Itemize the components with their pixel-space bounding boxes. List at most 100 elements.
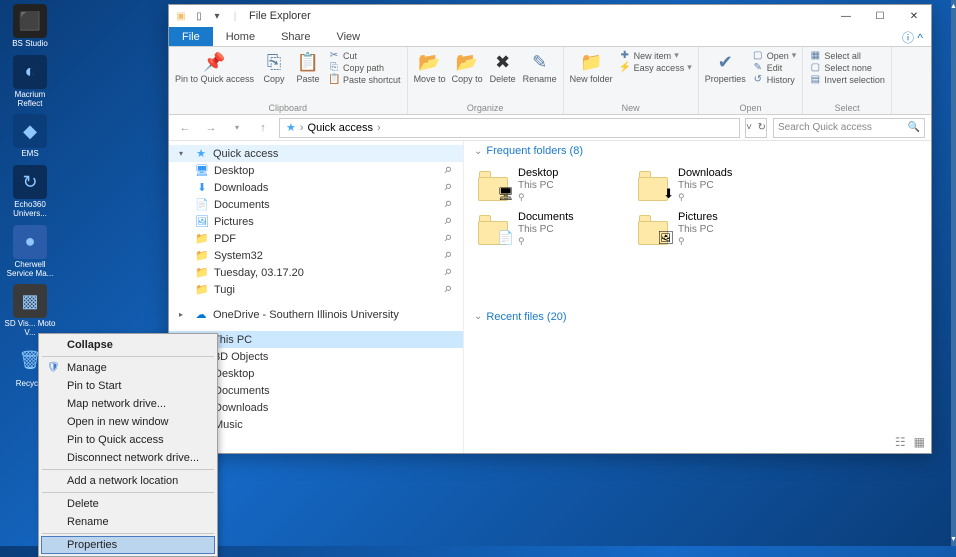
easy-access-button[interactable]: ⚡Easy access ▾ xyxy=(619,62,692,73)
frequent-folder[interactable]: 🖥 DesktopThis PC⚲ xyxy=(474,163,634,207)
ribbon-help-icon[interactable]: ⓘ ^ xyxy=(894,29,931,46)
close-button[interactable]: ✕ xyxy=(897,5,931,27)
folder-icon: 📁 xyxy=(195,283,209,296)
search-input[interactable]: Search Quick access 🔍 xyxy=(773,118,925,138)
minimize-button[interactable]: — xyxy=(829,5,863,27)
folder-icon: 🖼 xyxy=(638,211,672,245)
folder-icon: 📁 xyxy=(195,232,209,245)
context-menu-item[interactable]: Pin to Quick access xyxy=(41,431,215,449)
select-none-icon: ▢ xyxy=(809,62,821,73)
copy-to-button[interactable]: 📂Copy to xyxy=(452,50,483,84)
refresh-select[interactable]: ˅ ↻ xyxy=(745,118,767,138)
nav-onedrive[interactable]: ▸☁OneDrive - Southern Illinois Universit… xyxy=(169,306,463,323)
search-placeholder: Search Quick access xyxy=(778,122,872,133)
icon-label: EMS xyxy=(4,150,56,159)
context-menu-item[interactable]: Delete xyxy=(41,495,215,513)
group-label: Open xyxy=(705,102,797,114)
context-menu-item[interactable]: Collapse xyxy=(41,336,215,354)
star-icon: ★ xyxy=(194,147,208,160)
new-folder-button[interactable]: 📁New folder xyxy=(570,50,613,84)
nav-item[interactable]: 📄Documents⚲ xyxy=(169,196,463,213)
select-all-button[interactable]: ▦Select all xyxy=(809,50,885,61)
nav-item[interactable]: 🖼Pictures⚲ xyxy=(169,213,463,230)
open-icon: ▢ xyxy=(752,50,764,61)
context-menu-item[interactable]: Map network drive... xyxy=(41,395,215,413)
nav-item[interactable]: 📁Tuesday, 03.17.20⚲ xyxy=(169,264,463,281)
move-to-button[interactable]: 📂Move to xyxy=(414,50,446,84)
recent-files-header[interactable]: Recent files (20) xyxy=(474,311,921,323)
app-icon: ◐ xyxy=(13,55,47,89)
rename-button[interactable]: ✎Rename xyxy=(523,50,557,84)
frequent-folder[interactable]: 🖼 PicturesThis PC⚲ xyxy=(634,207,794,251)
folder-icon: 📁 xyxy=(195,266,209,279)
nav-quick-access[interactable]: ▾★Quick access xyxy=(169,145,463,162)
context-menu-item[interactable]: Add a network location xyxy=(41,472,215,490)
nav-item[interactable]: 📁PDF⚲ xyxy=(169,230,463,247)
qat-item[interactable]: ▯ xyxy=(191,8,207,24)
context-menu: Collapse 🛡ManagePin to StartMap network d… xyxy=(38,333,218,557)
desktop-icon[interactable]: ◐Macrium Reflect xyxy=(4,55,56,109)
invert-selection-icon: ▤ xyxy=(809,74,821,85)
context-menu-item[interactable]: Rename xyxy=(41,513,215,531)
delete-button[interactable]: ✖Delete xyxy=(489,50,517,84)
frequent-folder[interactable]: 📄 DocumentsThis PC⚲ xyxy=(474,207,634,251)
nav-recent-dropdown[interactable]: ▾ xyxy=(227,118,247,138)
copy-button[interactable]: ⎘ Copy xyxy=(260,50,288,84)
desktop-icon[interactable]: ◆EMS xyxy=(4,114,56,159)
pin-to-quick-access-button[interactable]: 📌 Pin to Quick access xyxy=(175,50,254,84)
ribbon: 📌 Pin to Quick access ⎘ Copy 📋 Paste ✂Cu… xyxy=(169,47,931,115)
desktop-icon[interactable]: ↻Echo360 Univers... xyxy=(4,165,56,219)
qat-dropdown-icon[interactable]: ▾ xyxy=(209,8,225,24)
tab-home[interactable]: Home xyxy=(213,27,268,46)
history-button[interactable]: ↺History xyxy=(752,74,797,85)
icon-label: Cherwell Service Ma... xyxy=(4,261,56,279)
context-menu-item[interactable]: Properties xyxy=(41,536,215,554)
move-icon: 📂 xyxy=(418,50,442,74)
separator xyxy=(42,533,214,534)
open-button[interactable]: ▢Open ▾ xyxy=(752,50,797,61)
new-item-button[interactable]: ✚New item ▾ xyxy=(619,50,692,61)
copy-path-button[interactable]: ⎘Copy path xyxy=(328,62,401,73)
nav-back-button[interactable]: ← xyxy=(175,118,195,138)
group-label: Organize xyxy=(414,102,557,114)
context-menu-item[interactable]: Pin to Start xyxy=(41,377,215,395)
context-menu-item[interactable]: 🛡Manage xyxy=(41,359,215,377)
pin-icon: ⚲ xyxy=(518,236,574,247)
paste-button[interactable]: 📋 Paste xyxy=(294,50,322,84)
invert-selection-button[interactable]: ▤Invert selection xyxy=(809,74,885,85)
select-none-button[interactable]: ▢Select none xyxy=(809,62,885,73)
nav-item[interactable]: 🖥Desktop⚲ xyxy=(169,162,463,179)
nav-forward-button[interactable]: → xyxy=(201,118,221,138)
copy-path-icon: ⎘ xyxy=(328,62,340,73)
desktop-icon[interactable]: ⬛BS Studio xyxy=(4,4,56,49)
pin-icon: ⚲ xyxy=(441,198,453,210)
nav-item[interactable]: 📁Tugi⚲ xyxy=(169,281,463,298)
nav-item[interactable]: 📁System32⚲ xyxy=(169,247,463,264)
desktop-icon[interactable]: ▩SD Vis... Moto V... xyxy=(4,284,56,338)
folder-sublabel: This PC xyxy=(518,224,574,236)
maximize-button[interactable]: ☐ xyxy=(863,5,897,27)
frequent-folder[interactable]: ⬇ DownloadsThis PC⚲ xyxy=(634,163,794,207)
select-all-icon: ▦ xyxy=(809,50,821,61)
nav-up-button[interactable]: ↑ xyxy=(253,118,273,138)
scrollbar[interactable] xyxy=(951,0,956,546)
tab-file[interactable]: File xyxy=(169,27,213,46)
view-details-icon[interactable]: ☷ xyxy=(895,435,906,449)
cut-button[interactable]: ✂Cut xyxy=(328,50,401,61)
paste-shortcut-button[interactable]: 📋Paste shortcut xyxy=(328,74,401,85)
content-pane[interactable]: Frequent folders (8) 🖥 DesktopThis PC⚲⬇ … xyxy=(464,141,931,453)
properties-button[interactable]: ✔Properties xyxy=(705,50,746,84)
nav-item[interactable]: ⬇Downloads⚲ xyxy=(169,179,463,196)
breadcrumb[interactable]: ★ › Quick access › xyxy=(279,118,740,138)
tab-share[interactable]: Share xyxy=(268,27,323,46)
frequent-folders-header[interactable]: Frequent folders (8) xyxy=(474,145,921,157)
desktop-icon[interactable]: ●Cherwell Service Ma... xyxy=(4,225,56,279)
history-icon: ↺ xyxy=(752,74,764,85)
tab-view[interactable]: View xyxy=(323,27,373,46)
context-menu-item[interactable]: Disconnect network drive... xyxy=(41,449,215,467)
context-menu-item[interactable]: Open in new window xyxy=(41,413,215,431)
edit-button[interactable]: ✎Edit xyxy=(752,62,797,73)
view-large-icon[interactable]: ▦ xyxy=(914,435,925,449)
ribbon-tabs: File Home Share View ⓘ ^ xyxy=(169,27,931,47)
app-icon: ⬛ xyxy=(13,4,47,38)
